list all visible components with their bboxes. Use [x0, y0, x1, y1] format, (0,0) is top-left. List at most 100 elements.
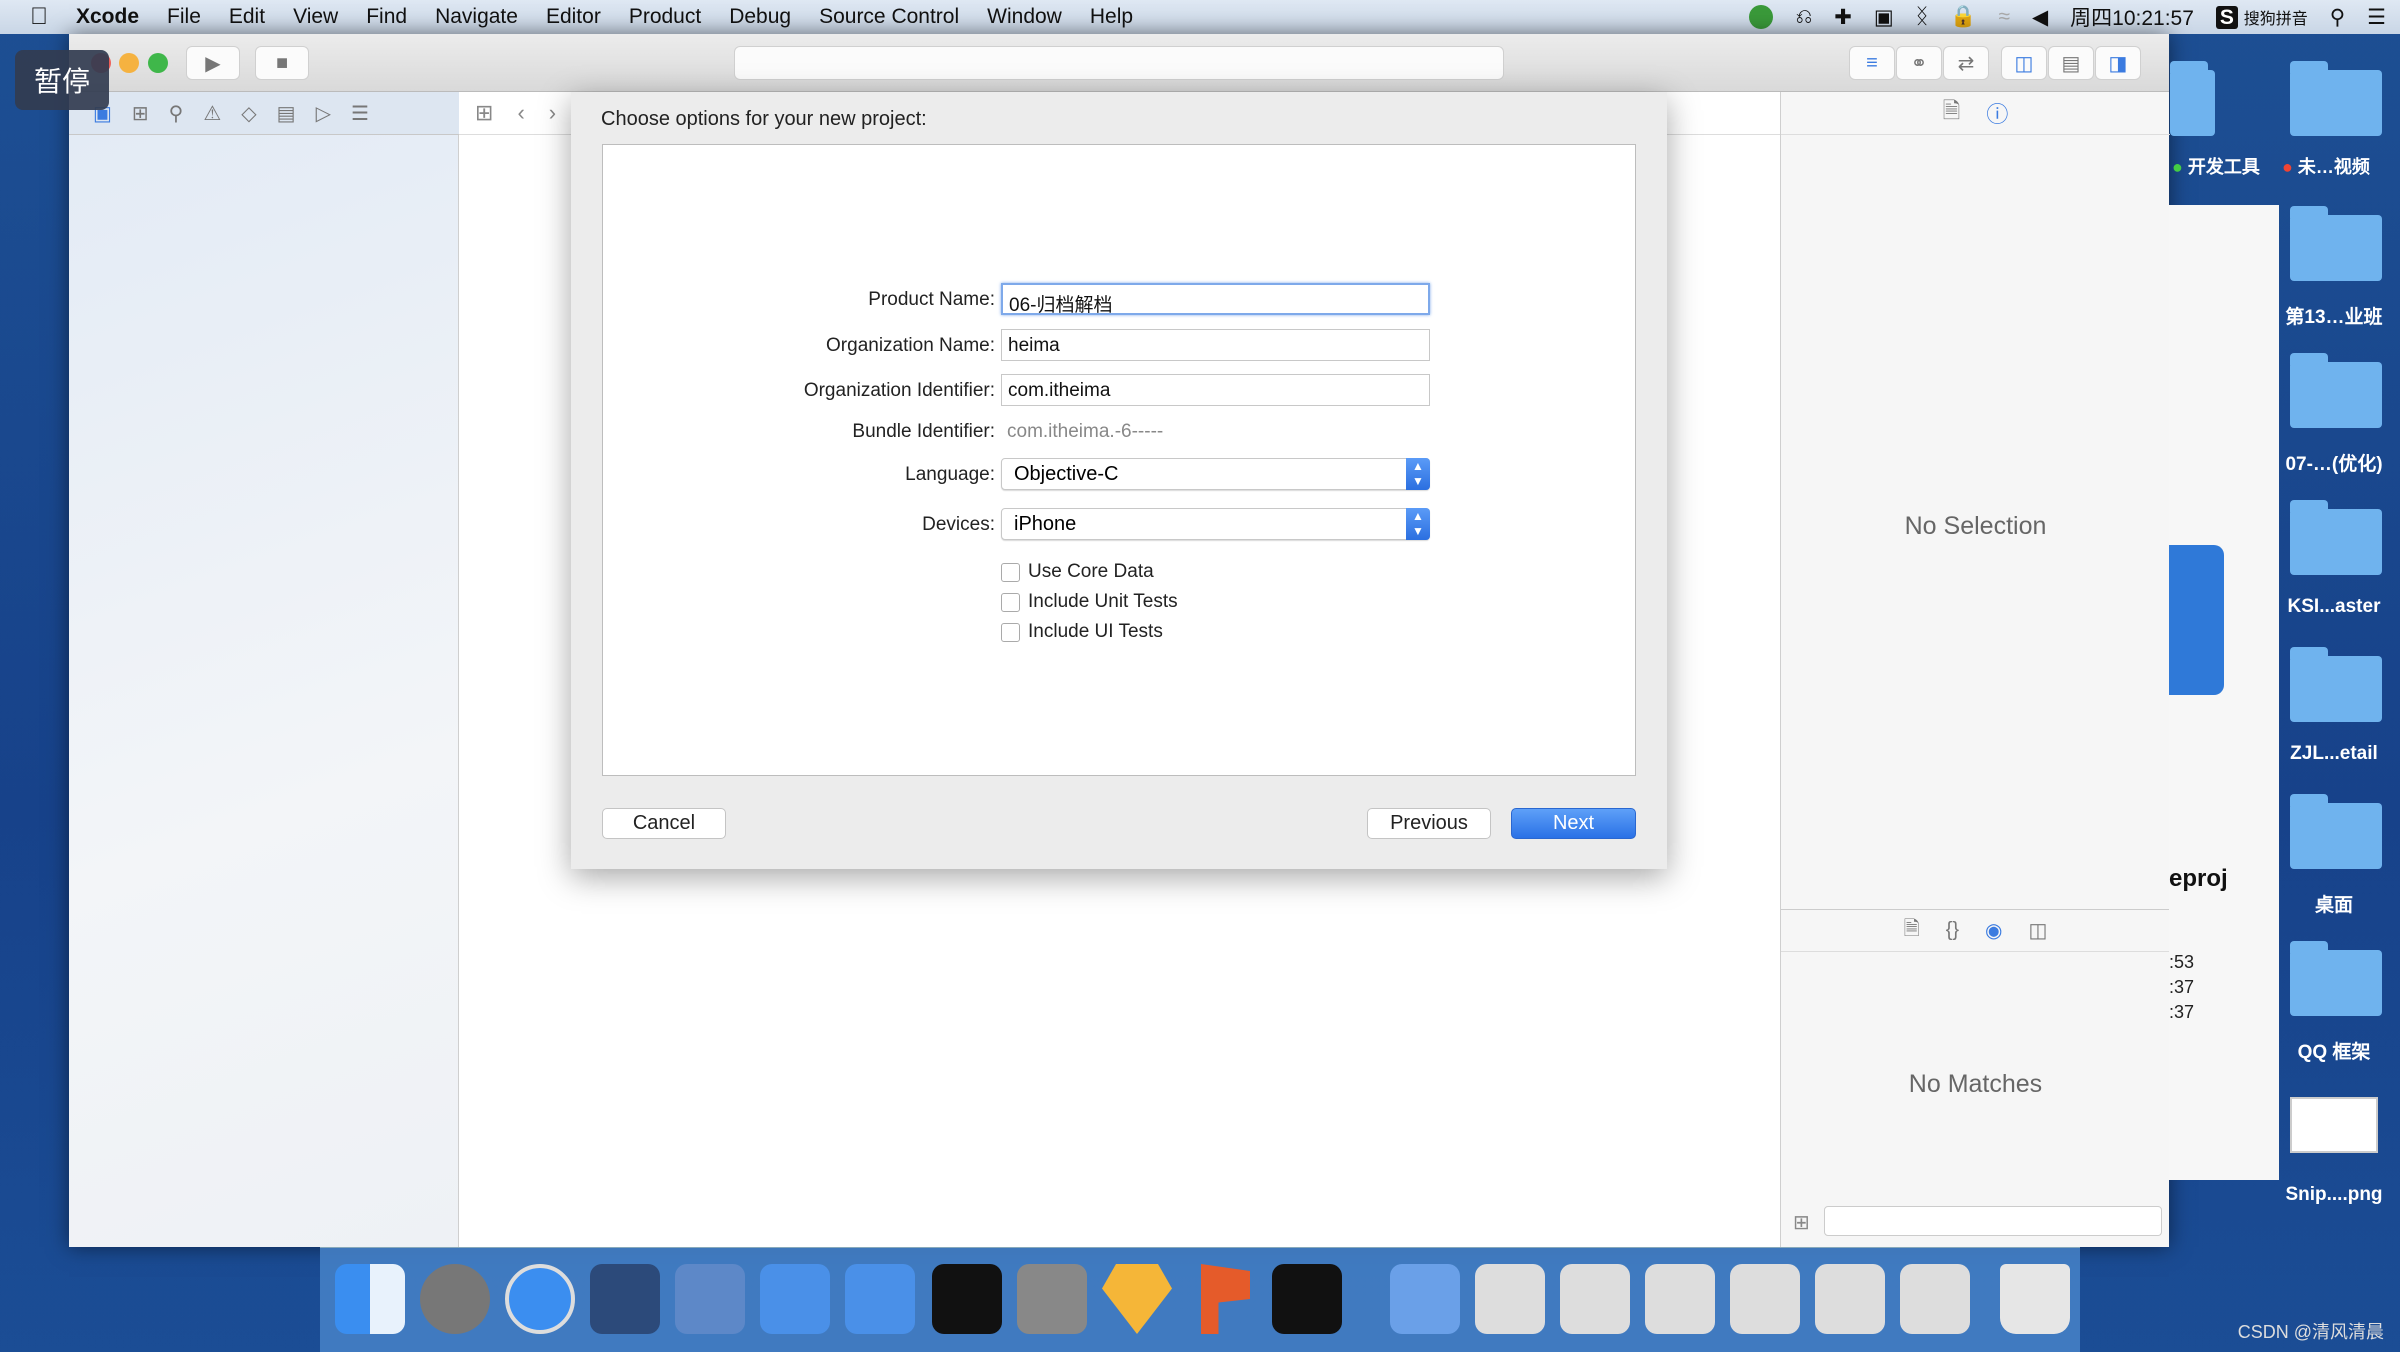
menu-help[interactable]: Help	[1076, 5, 1147, 29]
checkbox-box[interactable]	[1001, 562, 1020, 582]
object-library-icon[interactable]: ◉	[1985, 918, 2002, 943]
bluetooth-icon[interactable]: ᛝ	[1916, 5, 1929, 29]
menu-debug[interactable]: Debug	[715, 5, 805, 29]
menu-source-control[interactable]: Source Control	[805, 5, 973, 29]
find-navigator-icon[interactable]: ⚲	[169, 101, 184, 126]
desktop-folder[interactable]	[2290, 353, 2382, 428]
toggle-utilities-icon[interactable]: ◨	[2095, 46, 2141, 80]
powerpoint-icon[interactable]	[1201, 1264, 1250, 1334]
minimize-button[interactable]	[119, 53, 139, 73]
imovie-icon[interactable]	[675, 1264, 745, 1334]
desktop-folder[interactable]	[2290, 647, 2382, 722]
menu-file[interactable]: File	[153, 5, 215, 29]
menu-xcode[interactable]: Xcode	[62, 5, 153, 29]
apple-icon[interactable]: 	[0, 3, 62, 31]
lock-icon[interactable]: 🔒	[1950, 5, 1976, 29]
devices-select[interactable]: iPhone ▲ ▼	[1001, 508, 1430, 540]
menu-find[interactable]: Find	[352, 5, 421, 29]
screen-window-icon[interactable]	[1730, 1264, 1800, 1334]
menu-edit[interactable]: Edit	[215, 5, 279, 29]
zoom-button[interactable]	[148, 53, 168, 73]
desktop-icon-label[interactable]: 桌面	[2264, 890, 2400, 917]
version-editor-icon[interactable]: ⇄	[1943, 46, 1989, 80]
screen-window-icon[interactable]	[1900, 1264, 1970, 1334]
spotlight-icon[interactable]: ⚲	[2330, 5, 2345, 30]
mouse-app-icon[interactable]	[590, 1264, 660, 1334]
desktop-icon-label[interactable]: 07-…(优化)	[2264, 449, 2400, 476]
library-filter-input[interactable]	[1824, 1206, 2162, 1236]
include-unit-tests-checkbox[interactable]: Include Unit Tests	[1001, 591, 1178, 613]
media-library-icon[interactable]: ◫	[2029, 918, 2048, 943]
previous-button[interactable]: Previous	[1367, 808, 1491, 839]
safari-icon[interactable]	[505, 1264, 575, 1334]
desktop-folder[interactable]	[2290, 206, 2382, 281]
xcode-icon[interactable]	[760, 1264, 830, 1334]
desktop-tag-dev-tools[interactable]: ● 开发工具	[2172, 153, 2260, 179]
desktop-icon-label[interactable]: ZJL...etail	[2264, 743, 2400, 765]
desktop-icon-label[interactable]: Snip....png	[2264, 1184, 2400, 1206]
organization-name-input[interactable]: heima	[1001, 329, 1430, 361]
stop-button[interactable]: ■	[255, 46, 309, 80]
report-navigator-icon[interactable]: ☰	[351, 101, 369, 126]
camera-icon[interactable]: ▣	[1874, 5, 1894, 30]
clock[interactable]: 周四10:21:57	[2070, 2, 2194, 32]
quick-help-icon[interactable]: ⓘ	[1986, 97, 2008, 129]
menu-window[interactable]: Window	[973, 5, 1076, 29]
screen-window-icon[interactable]	[1475, 1264, 1545, 1334]
file-template-icon[interactable]: 🗎	[1904, 914, 1920, 948]
terminal-icon[interactable]	[932, 1264, 1002, 1334]
power-icon[interactable]: ⎌	[1795, 5, 1812, 29]
wifi-icon[interactable]: ≈	[1998, 5, 2010, 29]
desktop-folder[interactable]	[2290, 941, 2382, 1016]
app-status-icon[interactable]	[1749, 5, 1774, 29]
file-inspector-icon[interactable]: 🗎	[1943, 94, 1961, 132]
launchpad-icon[interactable]	[420, 1264, 490, 1334]
trash-icon[interactable]	[2000, 1264, 2070, 1334]
desktop-icon-label[interactable]: 第13…业班	[2264, 302, 2400, 329]
test-navigator-icon[interactable]: ◇	[241, 101, 256, 126]
include-ui-tests-checkbox[interactable]: Include UI Tests	[1001, 621, 1163, 643]
desktop-icon-label[interactable]: QQ 框架	[2264, 1037, 2400, 1064]
product-name-input[interactable]: 06-归档解档	[1001, 283, 1430, 316]
checkbox-box[interactable]	[1001, 622, 1020, 642]
desktop-folder[interactable]	[2290, 61, 2382, 136]
assistant-editor-icon[interactable]: ⚭	[1896, 46, 1942, 80]
screen-window-icon[interactable]	[1645, 1264, 1715, 1334]
checkbox-box[interactable]	[1001, 592, 1020, 612]
use-core-data-checkbox[interactable]: Use Core Data	[1001, 561, 1154, 583]
menu-editor[interactable]: Editor	[532, 5, 615, 29]
menu-product[interactable]: Product	[615, 5, 715, 29]
screenshot-thumbnail[interactable]	[2290, 1097, 2378, 1153]
desktop-folder[interactable]	[2170, 61, 2215, 136]
fan-icon[interactable]: ✚	[1834, 5, 1852, 30]
toggle-debug-area-icon[interactable]: ▤	[2048, 46, 2094, 80]
sketch-icon[interactable]	[1102, 1264, 1172, 1334]
screen-window-icon[interactable]	[1815, 1264, 1885, 1334]
menu-view[interactable]: View	[279, 5, 352, 29]
forward-icon[interactable]: ›	[549, 100, 556, 126]
symbol-navigator-icon[interactable]: ⊞	[132, 101, 149, 126]
next-button[interactable]: Next	[1511, 808, 1636, 839]
desktop-tag-video[interactable]: ● 未…视频	[2282, 153, 2370, 179]
ime-indicator[interactable]: S 搜狗拼音	[2215, 5, 2308, 30]
toggle-navigator-icon[interactable]: ◫	[2001, 46, 2047, 80]
pause-overlay[interactable]: 暂停	[15, 50, 109, 110]
simulator-icon[interactable]	[845, 1264, 915, 1334]
language-select[interactable]: Objective-C ▲ ▼	[1001, 458, 1430, 490]
exec-icon[interactable]	[1272, 1264, 1342, 1334]
standard-editor-icon[interactable]: ≡	[1849, 46, 1895, 80]
issue-navigator-icon[interactable]: ⚠	[203, 101, 221, 126]
notification-center-icon[interactable]: ☰	[2367, 5, 2386, 30]
related-items-icon[interactable]: ⊞	[475, 100, 493, 126]
screen-window-icon[interactable]	[1560, 1264, 1630, 1334]
media-player-icon[interactable]	[1390, 1264, 1460, 1334]
grid-view-icon[interactable]: ⊞	[1793, 1210, 1810, 1235]
organization-identifier-input[interactable]: com.itheima	[1001, 374, 1430, 406]
menu-navigate[interactable]: Navigate	[421, 5, 532, 29]
cancel-button[interactable]: Cancel	[602, 808, 726, 839]
system-preferences-icon[interactable]	[1017, 1264, 1087, 1334]
run-button[interactable]: ▶	[186, 46, 240, 80]
debug-navigator-icon[interactable]: ▤	[277, 101, 296, 126]
desktop-folder[interactable]	[2290, 794, 2382, 869]
volume-icon[interactable]: ◀	[2032, 5, 2048, 30]
